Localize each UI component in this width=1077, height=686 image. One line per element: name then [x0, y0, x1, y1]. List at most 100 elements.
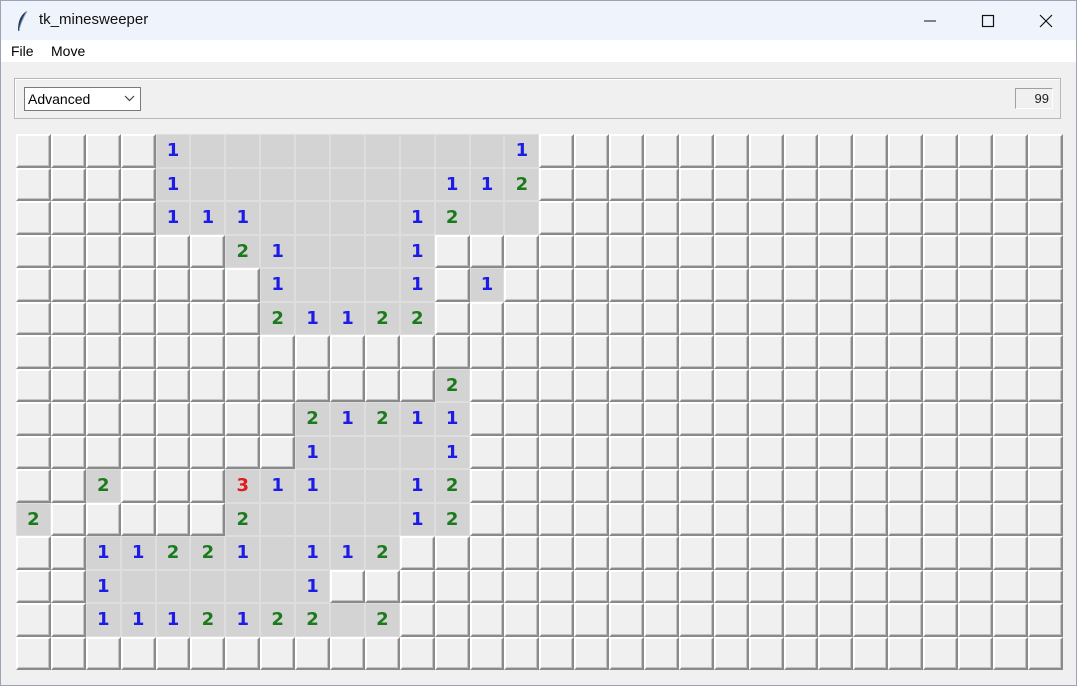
cell-r0-c1[interactable] — [50, 134, 86, 168]
cell-r6-c20[interactable] — [713, 335, 749, 369]
difficulty-select[interactable]: Advanced — [24, 87, 141, 111]
cell-r11-c14[interactable] — [504, 502, 540, 536]
cell-r7-c1[interactable] — [50, 368, 86, 402]
cell-r9-c22[interactable] — [783, 435, 819, 469]
cell-r3-c19[interactable] — [678, 234, 714, 268]
cell-r2-c24[interactable] — [853, 201, 889, 235]
cell-r14-c0[interactable] — [16, 603, 51, 637]
cell-r6-c14[interactable] — [504, 335, 540, 369]
cell-r4-c27[interactable] — [958, 268, 993, 302]
cell-r7-c24[interactable] — [853, 368, 889, 402]
cell-r14-c20[interactable] — [713, 603, 749, 637]
cell-r1-c19[interactable] — [678, 167, 714, 201]
cell-r4-c4[interactable] — [155, 268, 191, 302]
cell-r15-c6[interactable] — [225, 636, 261, 670]
cell-r14-c12[interactable] — [434, 603, 470, 637]
cell-r3-c20[interactable] — [713, 234, 749, 268]
cell-r14-c21[interactable] — [748, 603, 784, 637]
cell-r7-c11[interactable] — [399, 368, 435, 402]
cell-r4-c6[interactable] — [225, 268, 261, 302]
cell-r9-c1[interactable] — [50, 435, 86, 469]
cell-r14-c27[interactable] — [958, 603, 993, 637]
cell-r13-c21[interactable] — [748, 569, 784, 603]
cell-r11-c18[interactable] — [644, 502, 679, 536]
cell-r5-c25[interactable] — [888, 301, 924, 335]
cell-r13-c18[interactable] — [644, 569, 679, 603]
cell-r11-c21[interactable] — [748, 502, 784, 536]
cell-r14-c23[interactable] — [818, 603, 854, 637]
cell-r7-c26[interactable] — [923, 368, 959, 402]
cell-r15-c13[interactable] — [469, 636, 505, 670]
cell-r6-c23[interactable] — [818, 335, 854, 369]
cell-r10-c19[interactable] — [678, 469, 714, 503]
cell-r0-c0[interactable] — [16, 134, 51, 168]
cell-r1-c20[interactable] — [713, 167, 749, 201]
cell-r12-c14[interactable] — [504, 536, 540, 570]
cell-r3-c2[interactable] — [85, 234, 121, 268]
cell-r10-c23[interactable] — [818, 469, 854, 503]
cell-r14-c24[interactable] — [853, 603, 889, 637]
cell-r13-c1[interactable] — [50, 569, 86, 603]
cell-r8-c20[interactable] — [713, 402, 749, 436]
cell-r2-c15[interactable] — [539, 201, 575, 235]
cell-r15-c8[interactable] — [295, 636, 331, 670]
cell-r2-c17[interactable] — [609, 201, 645, 235]
cell-r8-c6[interactable] — [225, 402, 261, 436]
cell-r3-c17[interactable] — [609, 234, 645, 268]
cell-r11-c20[interactable] — [713, 502, 749, 536]
cell-r2-c28[interactable] — [992, 201, 1028, 235]
cell-r12-c19[interactable] — [678, 536, 714, 570]
cell-r8-c27[interactable] — [958, 402, 993, 436]
cell-r12-c24[interactable] — [853, 536, 889, 570]
cell-r0-c15[interactable] — [539, 134, 575, 168]
cell-r8-c4[interactable] — [155, 402, 191, 436]
cell-r4-c25[interactable] — [888, 268, 924, 302]
cell-r5-c15[interactable] — [539, 301, 575, 335]
cell-r15-c11[interactable] — [399, 636, 435, 670]
cell-r3-c28[interactable] — [992, 234, 1028, 268]
cell-r4-c20[interactable] — [713, 268, 749, 302]
cell-r9-c19[interactable] — [678, 435, 714, 469]
cell-r12-c11[interactable] — [399, 536, 435, 570]
cell-r14-c28[interactable] — [992, 603, 1028, 637]
cell-r4-c16[interactable] — [574, 268, 610, 302]
cell-r11-c2[interactable] — [85, 502, 121, 536]
cell-r7-c16[interactable] — [574, 368, 610, 402]
cell-r1-c2[interactable] — [85, 167, 121, 201]
cell-r15-c1[interactable] — [50, 636, 86, 670]
cell-r12-c0[interactable] — [16, 536, 51, 570]
cell-r3-c27[interactable] — [958, 234, 993, 268]
cell-r12-c28[interactable] — [992, 536, 1028, 570]
close-button[interactable] — [1017, 1, 1075, 40]
cell-r15-c29[interactable] — [1027, 636, 1063, 670]
cell-r6-c15[interactable] — [539, 335, 575, 369]
cell-r4-c3[interactable] — [120, 268, 156, 302]
cell-r11-c13[interactable] — [469, 502, 505, 536]
cell-r10-c17[interactable] — [609, 469, 645, 503]
cell-r9-c17[interactable] — [609, 435, 645, 469]
cell-r5-c13[interactable] — [469, 301, 505, 335]
cell-r15-c12[interactable] — [434, 636, 470, 670]
cell-r13-c28[interactable] — [992, 569, 1028, 603]
cell-r13-c26[interactable] — [923, 569, 959, 603]
minimize-button[interactable] — [901, 1, 959, 40]
cell-r4-c18[interactable] — [644, 268, 679, 302]
cell-r12-c1[interactable] — [50, 536, 86, 570]
cell-r1-c29[interactable] — [1027, 167, 1063, 201]
cell-r10-c21[interactable] — [748, 469, 784, 503]
cell-r15-c4[interactable] — [155, 636, 191, 670]
cell-r0-c28[interactable] — [992, 134, 1028, 168]
cell-r5-c26[interactable] — [923, 301, 959, 335]
cell-r3-c24[interactable] — [853, 234, 889, 268]
cell-r1-c17[interactable] — [609, 167, 645, 201]
cell-r15-c28[interactable] — [992, 636, 1028, 670]
cell-r8-c15[interactable] — [539, 402, 575, 436]
cell-r12-c18[interactable] — [644, 536, 679, 570]
cell-r0-c2[interactable] — [85, 134, 121, 168]
cell-r4-c22[interactable] — [783, 268, 819, 302]
cell-r6-c26[interactable] — [923, 335, 959, 369]
cell-r6-c10[interactable] — [364, 335, 400, 369]
cell-r9-c23[interactable] — [818, 435, 854, 469]
cell-r3-c12[interactable] — [434, 234, 470, 268]
cell-r12-c22[interactable] — [783, 536, 819, 570]
